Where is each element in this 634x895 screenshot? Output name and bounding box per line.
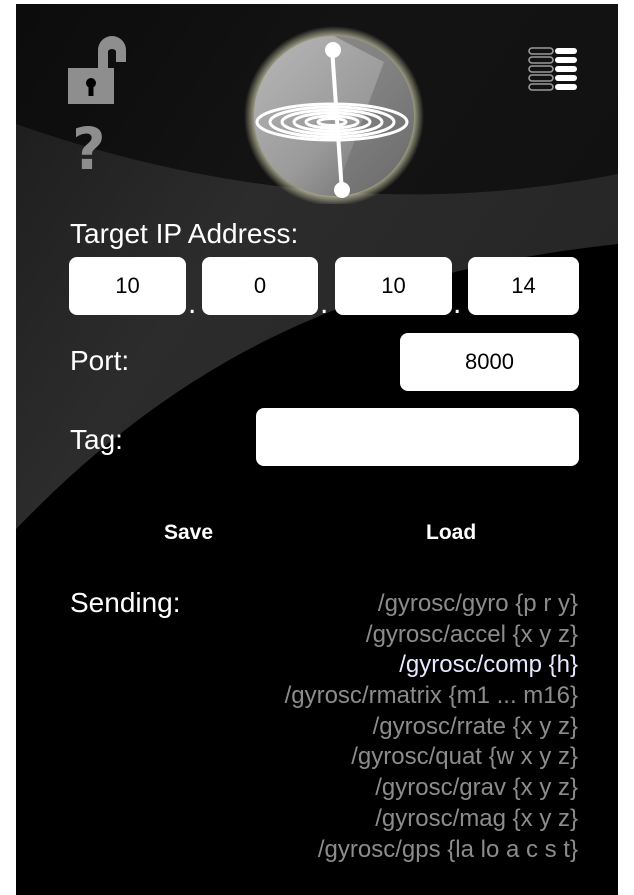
load-button[interactable]: Load [426,522,476,543]
unlocked-padlock-icon[interactable] [68,34,126,106]
message-item[interactable]: /gyrosc/rrate {x y z} [158,712,578,743]
tag-label: Tag: [70,424,123,455]
message-item[interactable]: /gyrosc/comp {h} [158,650,578,681]
port-label: Port: [70,345,130,376]
ip-octet-4-field[interactable]: 14 [468,257,579,315]
ip-separator: . [453,287,462,320]
ip-separator: . [320,287,329,320]
app-screen: ? Target IP Address: 10 . 0 . 10 . 14 Po… [16,4,618,895]
ip-separator: . [188,287,197,320]
question-mark-icon[interactable]: ? [72,120,106,178]
message-item[interactable]: /gyrosc/grav {x y z} [158,773,578,804]
tag-field[interactable] [256,408,579,466]
port-field[interactable]: 8000 [400,333,579,391]
message-item[interactable]: /gyrosc/gyro {p r y} [158,589,578,620]
message-item[interactable]: /gyrosc/quat {w x y z} [158,742,578,773]
message-item[interactable]: /gyrosc/gps {la lo a c s t} [158,835,578,866]
message-list: /gyrosc/gyro {p r y} /gyrosc/accel {x y … [158,589,578,865]
message-item[interactable]: /gyrosc/mag {x y z} [158,804,578,835]
ip-octet-1-field[interactable]: 10 [69,257,186,315]
gyroscope-spiral-logo [244,26,424,204]
ip-octet-3-field[interactable]: 10 [335,257,452,315]
message-item[interactable]: /gyrosc/rmatrix {m1 ... m16} [158,681,578,712]
save-button[interactable]: Save [164,522,213,543]
message-item[interactable]: /gyrosc/accel {x y z} [158,620,578,651]
target-ip-label: Target IP Address: [70,218,299,249]
ip-octet-2-field[interactable]: 0 [202,257,318,315]
signal-meter-icon[interactable] [528,46,580,98]
